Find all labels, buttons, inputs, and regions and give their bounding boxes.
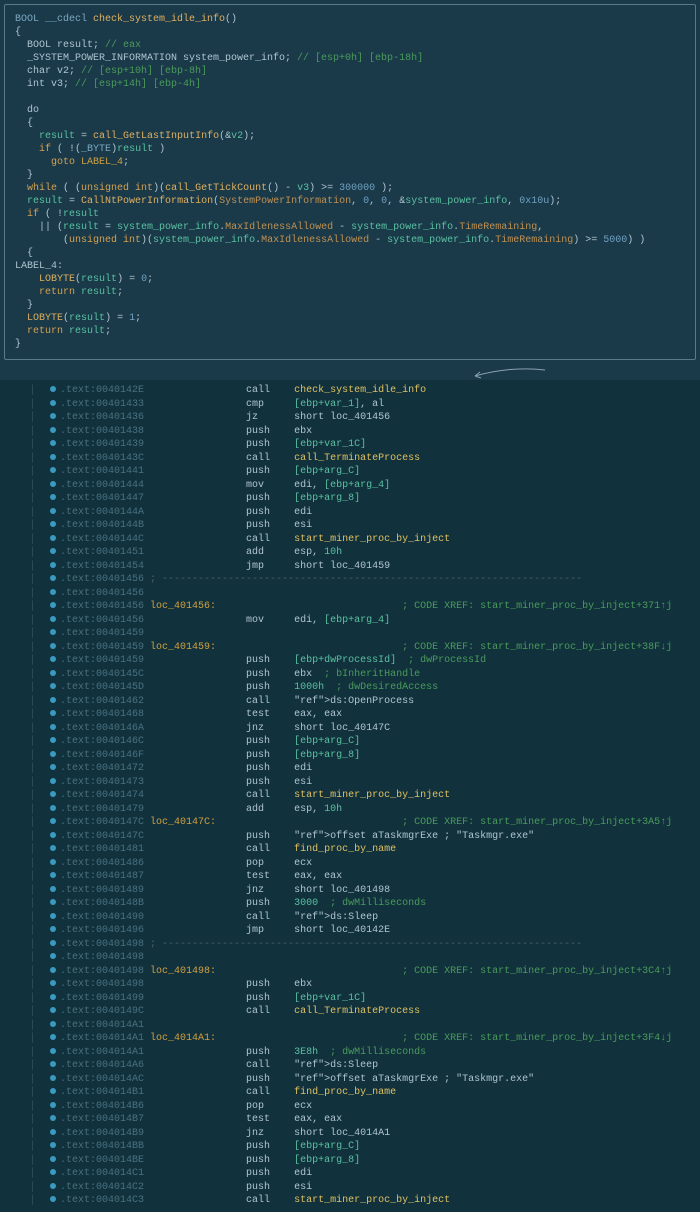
asm-line[interactable]: │.text:00401459 [30,627,700,641]
asm-line[interactable]: │.text:00401490 call "ref">ds:Sleep [30,911,700,925]
asm-line[interactable]: │.text:0040146C push [ebp+arg_C] [30,735,700,749]
asm-line[interactable]: │.text:00401459 push [ebp+dwProcessId] ;… [30,654,700,668]
asm-line[interactable]: │.text:00401481 call find_proc_by_name [30,843,700,857]
asm-line[interactable]: │.text:00401451 add esp, 10h [30,546,700,560]
asm-line[interactable]: │.text:0040146A jnz short loc_40147C [30,722,700,736]
asm-line[interactable]: │.text:00401496 jmp short loc_40142E [30,924,700,938]
asm-line[interactable]: │.text:00401473 push esi [30,776,700,790]
asm-line[interactable]: │.text:0040145C push ebx ; bInheritHandl… [30,668,700,682]
asm-line[interactable]: │.text:00401487 test eax, eax [30,870,700,884]
asm-line[interactable]: │.text:00401479 add esp, 10h [30,803,700,817]
asm-line[interactable]: │.text:0040147C loc_40147C: ; CODE XREF:… [30,816,700,830]
asm-line[interactable]: │.text:0040146F push [ebp+arg_8] [30,749,700,763]
decompiled-code-panel: BOOL __cdecl check_system_idle_info() { … [4,4,696,360]
asm-line[interactable]: │.text:0040144C call start_miner_proc_by… [30,533,700,547]
asm-line[interactable]: │.text:00401439 push [ebp+var_1C] [30,438,700,452]
asm-line[interactable]: │.text:004014B6 pop ecx [30,1100,700,1114]
asm-line[interactable]: │.text:004014A1 [30,1019,700,1033]
asm-line[interactable]: │.text:00401498 push ebx [30,978,700,992]
asm-line[interactable]: │.text:0040143C call call_TerminateProce… [30,452,700,466]
asm-line[interactable]: │.text:00401441 push [ebp+arg_C] [30,465,700,479]
asm-line[interactable]: │.text:00401486 pop ecx [30,857,700,871]
asm-line[interactable]: │.text:00401456 ; ----------------------… [30,573,700,587]
asm-line[interactable]: │.text:00401456 loc_401456: ; CODE XREF:… [30,600,700,614]
asm-line[interactable]: │.text:004014AC push "ref">offset aTaskm… [30,1073,700,1087]
asm-line[interactable]: │.text:0040149C call call_TerminateProce… [30,1005,700,1019]
asm-line[interactable]: │.text:004014A1 loc_4014A1: ; CODE XREF:… [30,1032,700,1046]
asm-line[interactable]: │.text:0040145D push 1000h ; dwDesiredAc… [30,681,700,695]
asm-line[interactable]: │.text:004014B1 call find_proc_by_name [30,1086,700,1100]
asm-line[interactable]: │.text:004014BB push [ebp+arg_C] [30,1140,700,1154]
asm-line[interactable]: │.text:00401498 [30,951,700,965]
asm-line[interactable]: │.text:00401468 test eax, eax [30,708,700,722]
decompiled-source[interactable]: BOOL __cdecl check_system_idle_info() { … [15,13,685,351]
asm-line[interactable]: │.text:004014B9 jnz short loc_4014A1 [30,1127,700,1141]
asm-line[interactable]: │.text:00401489 jnz short loc_401498 [30,884,700,898]
asm-line[interactable]: │.text:004014B7 test eax, eax [30,1113,700,1127]
asm-line[interactable]: │.text:00401456 [30,587,700,601]
asm-line[interactable]: │.text:0040142E call check_system_idle_i… [30,384,700,398]
asm-line[interactable]: │.text:0040144A push edi [30,506,700,520]
asm-line[interactable]: │.text:004014C1 push edi [30,1167,700,1181]
asm-line[interactable]: │.text:00401462 call "ref">ds:OpenProces… [30,695,700,709]
asm-line[interactable]: │.text:004014C2 push esi [30,1181,700,1195]
asm-line[interactable]: │.text:00401474 call start_miner_proc_by… [30,789,700,803]
disassembly-panel[interactable]: │.text:0040142E call check_system_idle_i… [0,380,700,1212]
asm-line[interactable]: │.text:00401444 mov edi, [ebp+arg_4] [30,479,700,493]
asm-line[interactable]: │.text:00401433 cmp [ebp+var_1], al [30,398,700,412]
asm-line[interactable]: │.text:004014BE push [ebp+arg_8] [30,1154,700,1168]
asm-line[interactable]: │.text:00401498 loc_401498: ; CODE XREF:… [30,965,700,979]
asm-line[interactable]: │.text:00401436 jz short loc_401456 [30,411,700,425]
asm-line[interactable]: │.text:0040147C push "ref">offset aTaskm… [30,830,700,844]
callout-arrow [0,364,700,380]
asm-line[interactable]: │.text:0040144B push esi [30,519,700,533]
asm-line[interactable]: │.text:00401459 loc_401459: ; CODE XREF:… [30,641,700,655]
asm-line[interactable]: │.text:00401454 jmp short loc_401459 [30,560,700,574]
asm-line[interactable]: │.text:004014C3 call start_miner_proc_by… [30,1194,700,1208]
asm-line[interactable]: │.text:00401499 push [ebp+var_1C] [30,992,700,1006]
asm-line[interactable]: │.text:00401472 push edi [30,762,700,776]
asm-line[interactable]: │.text:00401456 mov edi, [ebp+arg_4] [30,614,700,628]
asm-line[interactable]: │.text:00401498 ; ----------------------… [30,938,700,952]
asm-line[interactable]: │.text:00401447 push [ebp+arg_8] [30,492,700,506]
asm-line[interactable]: │.text:004014A1 push 3E8h ; dwMillisecon… [30,1046,700,1060]
asm-line[interactable]: │.text:00401438 push ebx [30,425,700,439]
asm-line[interactable]: │.text:004014A6 call "ref">ds:Sleep [30,1059,700,1073]
asm-line[interactable]: │.text:0040148B push 3000 ; dwMillisecon… [30,897,700,911]
